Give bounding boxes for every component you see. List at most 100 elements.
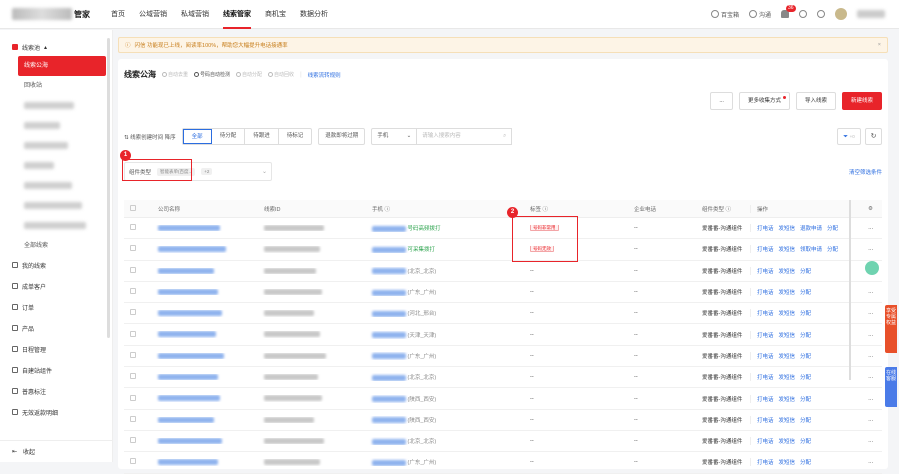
nav-data-analysis[interactable]: 数据分析 [293, 0, 335, 29]
action-link[interactable]: 分配 [800, 439, 811, 445]
sidebar-group-refunds[interactable]: 无效返款明细 [0, 403, 112, 421]
action-link[interactable]: 打电话 [757, 418, 774, 424]
action-link[interactable]: 分配 [800, 311, 811, 317]
nav-private-marketing[interactable]: 私域营销 [174, 0, 216, 29]
company-cell[interactable] [152, 416, 258, 423]
search-type-select[interactable]: 手机 ⌄ [371, 128, 418, 145]
row-more[interactable]: … [862, 289, 882, 295]
company-cell[interactable] [152, 331, 258, 338]
company-cell[interactable] [152, 374, 258, 380]
sidebar-scrollbar[interactable] [107, 38, 110, 338]
row-checkbox[interactable] [130, 288, 136, 295]
row-checkbox[interactable] [130, 458, 136, 465]
col-tags[interactable]: 标签 ⓘ [524, 205, 628, 213]
table-row[interactable]: 可采集拨打 号码无效 -- 爱番番-沟通组件 打电话 发短信 领取申请 分配 … [124, 239, 882, 261]
action-link[interactable]: 分配 [827, 226, 838, 232]
company-cell[interactable] [152, 246, 258, 253]
sidebar-collapse[interactable]: ⇤ 收起 [0, 440, 112, 462]
col-component[interactable]: 组件类型 ⓘ [696, 205, 750, 213]
sidebar-item-blurred[interactable] [0, 136, 112, 156]
action-link[interactable]: 发短信 [779, 375, 796, 381]
table-row[interactable]: (河北_邢台) -- -- 爱番番-沟通组件 打电话 发短信 分配 … [124, 303, 882, 325]
row-more[interactable]: … [862, 396, 882, 402]
action-link[interactable]: 分配 [800, 375, 811, 381]
table-row[interactable]: (广东_广州) -- -- 爱番番-沟通组件 打电话 发短信 分配 … [124, 346, 882, 368]
sidebar-group-products[interactable]: 产品 [0, 319, 112, 337]
action-link[interactable]: 分配 [800, 418, 811, 424]
action-link[interactable]: 打电话 [757, 397, 774, 403]
option-auto-assign[interactable]: 自动分配 [236, 71, 262, 78]
row-checkbox[interactable] [130, 245, 136, 252]
phone-icon[interactable] [865, 261, 879, 275]
sidebar-group-my-leads[interactable]: 我的线索 [0, 256, 112, 274]
help-icon[interactable] [799, 10, 807, 18]
row-checkbox[interactable] [130, 394, 136, 401]
action-link[interactable]: 发短信 [779, 311, 796, 317]
close-icon[interactable]: × [878, 42, 881, 48]
sidebar-item-blurred[interactable] [0, 216, 112, 236]
col-lead-id[interactable]: 线索ID [258, 205, 366, 213]
nav-leads-manager[interactable]: 线索管家 [216, 0, 258, 29]
table-row[interactable]: (陕西_西安) -- -- 爱番番-沟通组件 打电话 发短信 分配 … [124, 410, 882, 431]
col-phone[interactable]: 手机 ⓘ [366, 205, 524, 213]
action-link[interactable]: 分配 [800, 333, 811, 339]
sidebar-item-recycle-bin[interactable]: 回收站 [0, 76, 112, 96]
action-link[interactable]: 打电话 [757, 290, 774, 296]
search-input[interactable]: 请输入搜索内容 ⌕ [417, 128, 513, 145]
refresh-button[interactable]: ↻ [865, 128, 882, 145]
sidebar-group-annotation[interactable]: 普惠标注 [0, 382, 112, 400]
col-company[interactable]: 公司名称 [152, 205, 258, 213]
nav-home[interactable]: 首页 [104, 0, 132, 29]
side-tab-online-service[interactable]: 在线客服 [885, 367, 897, 407]
action-link[interactable]: 发短信 [779, 397, 796, 403]
table-row[interactable]: (北京_北京) -- -- 爱番番-沟通组件 打电话发短信分配 … [124, 431, 882, 453]
import-button[interactable]: 导入线索 [795, 92, 836, 110]
column-settings[interactable]: ⚙ [862, 206, 882, 212]
action-link[interactable]: 打电话 [757, 269, 774, 275]
action-link[interactable]: 分配 [800, 290, 811, 296]
tab-to-follow[interactable]: 待跟进 [245, 129, 279, 144]
sidebar-item-public-leads[interactable]: 线索公海 [18, 56, 106, 76]
action-link[interactable]: 发短信 [779, 439, 796, 445]
row-checkbox[interactable] [130, 266, 136, 273]
option-auto-recycle[interactable]: 自动回收 [268, 71, 294, 78]
company-cell[interactable] [152, 310, 258, 317]
tab-to-mark[interactable]: 待标记 [279, 129, 312, 144]
company-cell[interactable] [152, 267, 258, 274]
company-cell[interactable] [152, 459, 258, 466]
row-more[interactable]: … [862, 225, 882, 231]
row-more[interactable]: … [862, 310, 882, 316]
action-link[interactable]: 发短信 [779, 290, 796, 296]
action-link[interactable]: 发短信 [779, 226, 796, 232]
action-link[interactable]: 分配 [800, 269, 811, 275]
row-checkbox[interactable] [130, 437, 136, 444]
table-row[interactable]: (北京_北京) -- -- 爱番番-沟通组件 打电话发短信分配 … [124, 367, 882, 389]
action-link[interactable]: 发短信 [779, 418, 796, 424]
sort-selector[interactable]: ⇅ 线索创建时间 降序 [124, 133, 176, 141]
nav-business-opportunity[interactable]: 商机宝 [258, 0, 293, 29]
table-row[interactable]: (天津_天津) -- -- 爱番番-沟通组件 打电话 发短信 分配 … [124, 324, 882, 346]
sidebar-item-blurred[interactable] [0, 176, 112, 196]
more-collect-button[interactable]: 更多收集方式 [738, 92, 790, 110]
sidebar-item-blurred[interactable] [0, 196, 112, 216]
filter-button[interactable]: ⏷ +0 [837, 128, 861, 145]
sidebar-group-customers[interactable]: 成单客户 [0, 277, 112, 295]
company-cell[interactable] [152, 395, 258, 402]
option-auto-dedupe[interactable]: 自动去重 [162, 71, 188, 78]
action-link[interactable]: 分配 [800, 460, 811, 466]
sidebar-group-orders[interactable]: 订单 [0, 298, 112, 316]
row-more[interactable]: … [862, 353, 882, 359]
table-row[interactable]: (广东_广州) -- -- 爱番番-沟通组件 打电话 发短信 分配 … [124, 452, 882, 474]
select-all-checkbox[interactable] [130, 204, 136, 211]
table-row[interactable]: (广东_广州) -- -- 爱番番-沟通组件 打电话 发短信 分配 … [124, 282, 882, 304]
user-name[interactable] [857, 10, 885, 18]
company-cell[interactable] [152, 224, 258, 231]
company-cell[interactable] [152, 352, 258, 359]
logo[interactable]: 管家 [0, 0, 104, 29]
row-checkbox[interactable] [130, 309, 136, 316]
chat-link[interactable]: 沟通 [748, 10, 771, 19]
action-link[interactable]: 打电话 [757, 439, 774, 445]
tab-all[interactable]: 全部 [182, 129, 212, 144]
sidebar-item-blurred[interactable] [0, 116, 112, 136]
row-more[interactable]: … [862, 459, 882, 465]
